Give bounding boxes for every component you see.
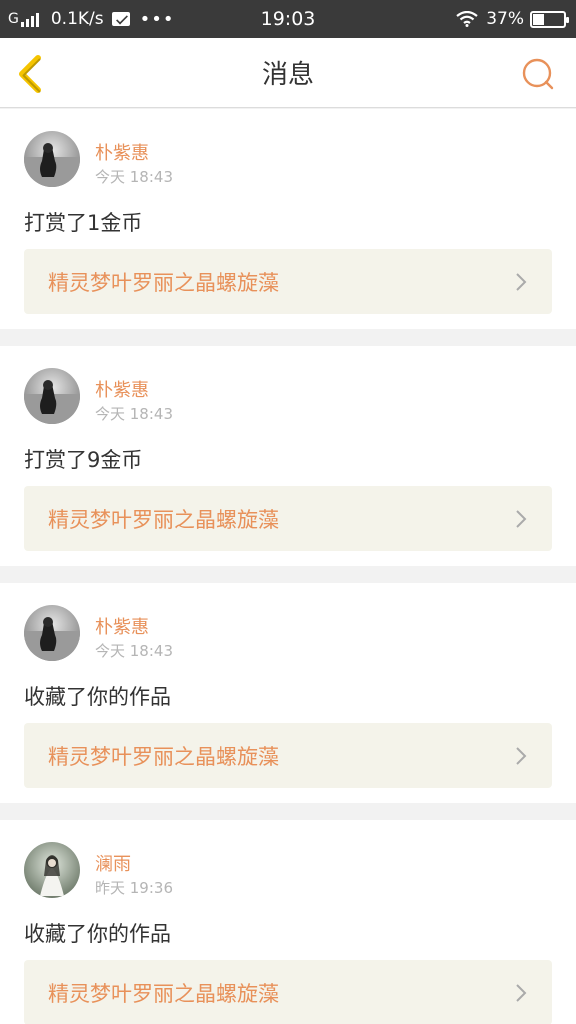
avatar[interactable] bbox=[24, 368, 80, 424]
search-icon[interactable] bbox=[520, 56, 556, 92]
status-time: 19:03 bbox=[260, 8, 316, 30]
user-name[interactable]: 朴紫惠 bbox=[95, 613, 149, 639]
work-title: 精灵梦叶罗丽之晶螺旋藻 bbox=[48, 744, 279, 769]
message-time: 昨天 19:36 bbox=[95, 879, 173, 897]
message-time: 今天 18:43 bbox=[95, 405, 173, 423]
avatar-image bbox=[24, 605, 80, 661]
action-text: 收藏了你的作品 bbox=[24, 685, 171, 709]
message-time: 今天 18:43 bbox=[95, 642, 173, 660]
work-link[interactable]: 精灵梦叶罗丽之晶螺旋藻 bbox=[24, 723, 552, 788]
message-time: 今天 18:43 bbox=[95, 168, 173, 186]
avatar[interactable] bbox=[24, 605, 80, 661]
chevron-right-icon bbox=[516, 983, 527, 1002]
message-card: 朴紫惠 今天 18:43 打赏了9金币 精灵梦叶罗丽之晶螺旋藻 bbox=[0, 346, 576, 566]
chevron-right-icon bbox=[516, 509, 527, 528]
action-text: 打赏了9金币 bbox=[24, 448, 143, 472]
work-link[interactable]: 精灵梦叶罗丽之晶螺旋藻 bbox=[24, 486, 552, 551]
work-title: 精灵梦叶罗丽之晶螺旋藻 bbox=[48, 507, 279, 532]
network-speed: 0.1K/s bbox=[50, 9, 104, 29]
chevron-left-icon[interactable] bbox=[14, 54, 48, 94]
avatar-image bbox=[24, 368, 80, 424]
avatar-image bbox=[24, 131, 80, 187]
battery-icon bbox=[530, 10, 569, 28]
message-card: 朴紫惠 今天 18:43 打赏了1金币 精灵梦叶罗丽之晶螺旋藻 bbox=[0, 109, 576, 329]
status-right: 37% bbox=[456, 9, 569, 29]
action-text: 收藏了你的作品 bbox=[24, 922, 171, 946]
work-title: 精灵梦叶罗丽之晶螺旋藻 bbox=[48, 981, 279, 1006]
more-notifications-icon: ••• bbox=[139, 8, 175, 30]
avatar[interactable] bbox=[24, 131, 80, 187]
wifi-icon bbox=[456, 11, 478, 27]
notification-message-icon bbox=[111, 12, 130, 26]
battery-percent: 37% bbox=[486, 9, 524, 29]
work-link[interactable]: 精灵梦叶罗丽之晶螺旋藻 bbox=[24, 249, 552, 314]
work-link[interactable]: 精灵梦叶罗丽之晶螺旋藻 bbox=[24, 960, 552, 1024]
carrier-label: G bbox=[8, 11, 19, 27]
status-left: G 0.1K/s ••• bbox=[8, 9, 175, 30]
user-name[interactable]: 朴紫惠 bbox=[95, 376, 149, 402]
message-card: 澜雨 昨天 19:36 收藏了你的作品 精灵梦叶罗丽之晶螺旋藻 bbox=[0, 820, 576, 1024]
work-title: 精灵梦叶罗丽之晶螺旋藻 bbox=[48, 270, 279, 295]
user-name[interactable]: 朴紫惠 bbox=[95, 139, 149, 165]
message-card: 朴紫惠 今天 18:43 收藏了你的作品 精灵梦叶罗丽之晶螺旋藻 bbox=[0, 583, 576, 803]
action-text: 打赏了1金币 bbox=[24, 211, 143, 235]
user-name[interactable]: 澜雨 bbox=[95, 850, 131, 876]
top-nav-bar: 消息 bbox=[0, 38, 576, 108]
signal-icon bbox=[20, 11, 41, 27]
page-title: 消息 bbox=[261, 60, 314, 90]
message-list: 朴紫惠 今天 18:43 打赏了1金币 精灵梦叶罗丽之晶螺旋藻 朴紫惠 今天 1… bbox=[0, 109, 576, 1024]
avatar[interactable] bbox=[24, 842, 80, 898]
chevron-right-icon bbox=[516, 272, 527, 291]
status-bar: G 0.1K/s ••• 19:03 37% bbox=[0, 0, 576, 38]
avatar-image bbox=[24, 842, 80, 898]
chevron-right-icon bbox=[516, 746, 527, 765]
